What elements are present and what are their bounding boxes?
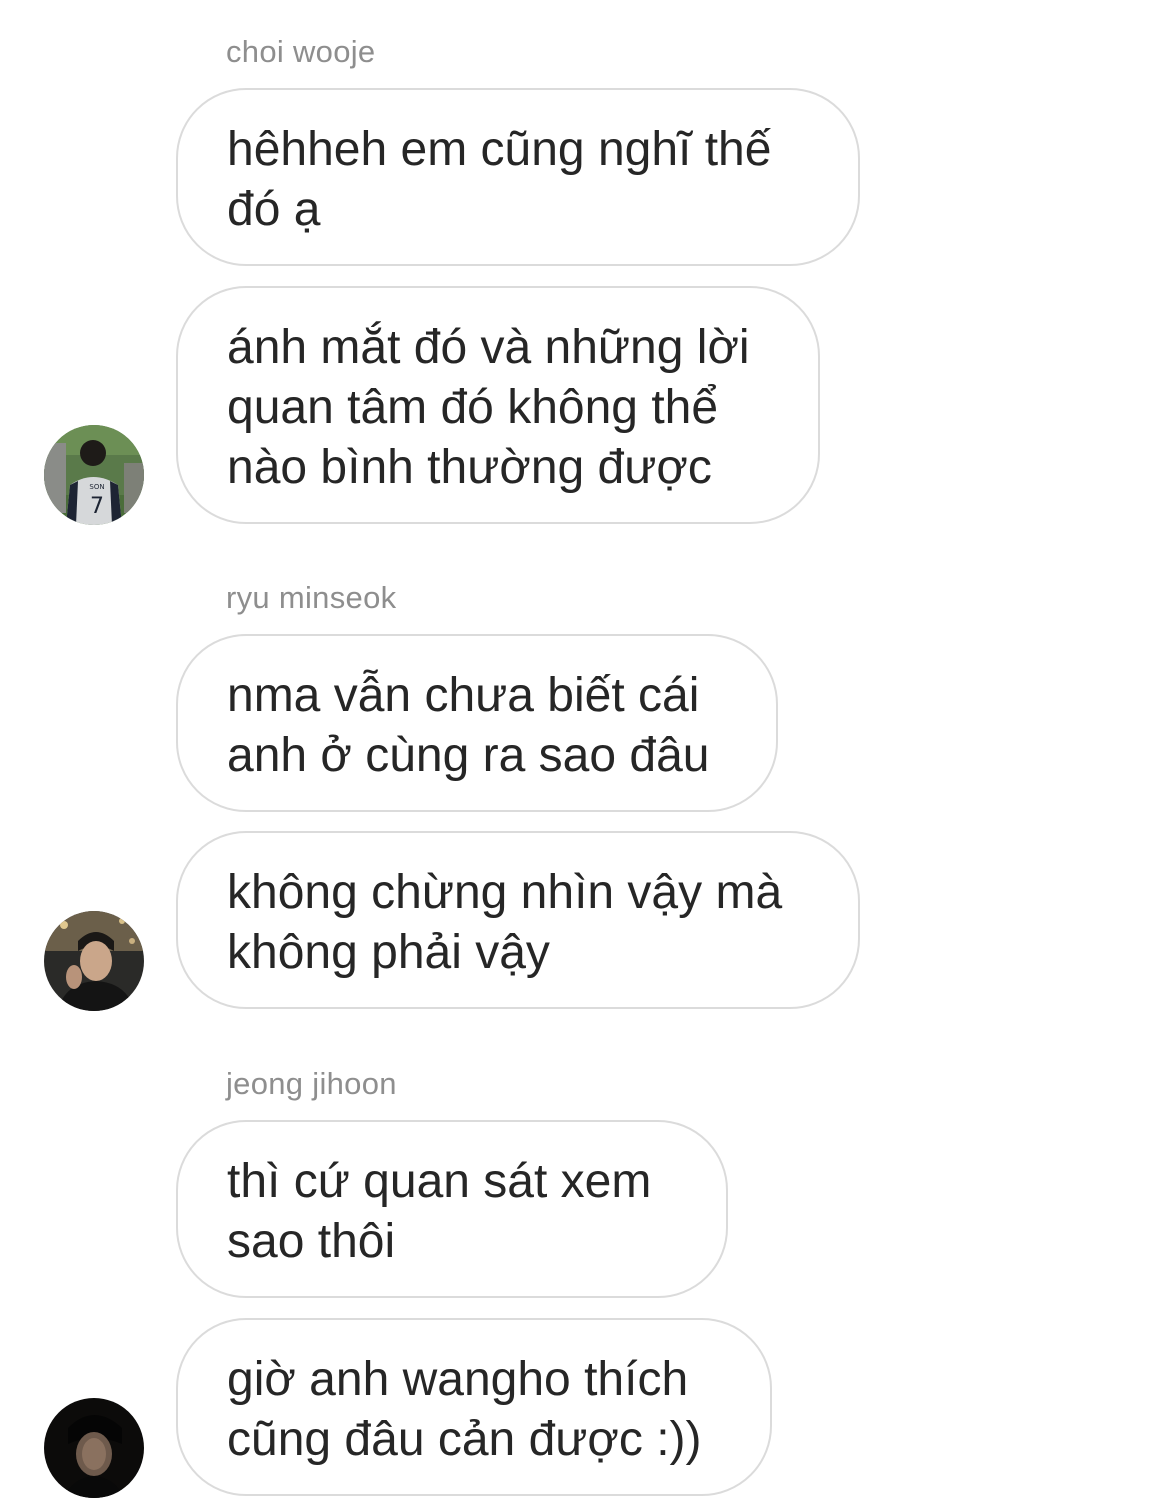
message-bubble[interactable]: thì cứ quan sát xem sao thôi xyxy=(176,1120,728,1298)
sender-name: jeong jihoon xyxy=(226,1066,397,1101)
jersey-name: SON xyxy=(89,483,104,491)
avatar-stadium-photo-icon: SON 7 xyxy=(44,425,144,525)
sender-name: choi wooje xyxy=(226,34,376,69)
message-bubble[interactable]: không chừng nhìn vậy mà không phải vậy xyxy=(176,831,860,1009)
message-bubble[interactable]: ánh mắt đó và những lời quan tâm đó khôn… xyxy=(176,286,820,524)
sender-name: ryu minseok xyxy=(226,580,397,615)
message-bubble[interactable]: hêhheh em cũng nghĩ thế đó ạ xyxy=(176,88,860,266)
avatar[interactable] xyxy=(44,1398,144,1498)
avatar[interactable]: SON 7 xyxy=(44,425,144,525)
avatar-dark-portrait-photo-icon xyxy=(44,1398,144,1498)
message-bubble[interactable]: nma vẫn chưa biết cái anh ở cùng ra sao … xyxy=(176,634,778,812)
avatar-portrait-photo-icon xyxy=(44,911,144,1011)
jersey-number: 7 xyxy=(90,494,104,519)
message-bubble[interactable]: giờ anh wangho thích cũng đâu cản được :… xyxy=(176,1318,772,1496)
avatar[interactable] xyxy=(44,911,144,1011)
